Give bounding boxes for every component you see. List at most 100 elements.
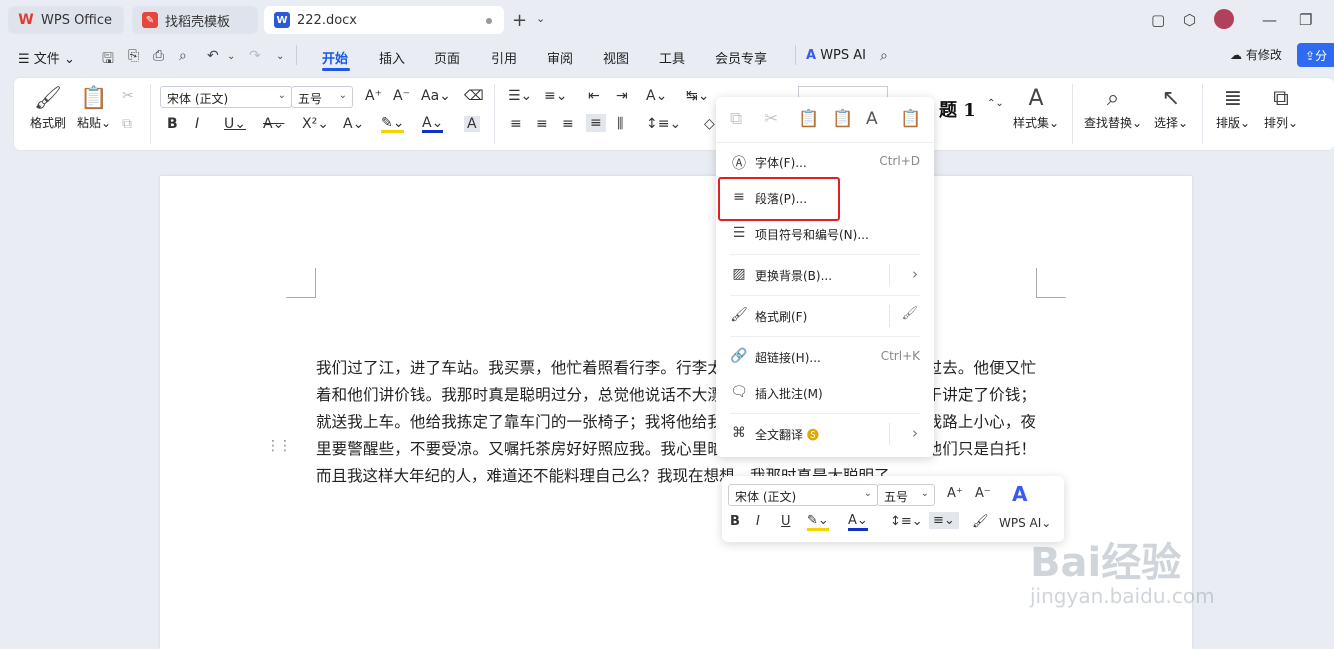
chevron-right-icon[interactable]: › — [912, 265, 918, 283]
mini-font-name-select[interactable]: 宋体 (正文) ⌄ — [728, 484, 878, 506]
format-painter-lock-icon[interactable]: 🖌 — [901, 306, 918, 321]
underline-icon[interactable]: U — [781, 514, 791, 529]
distributed-icon[interactable]: ⫼ — [617, 116, 623, 132]
undo-icon[interactable]: ↶ — [207, 48, 219, 64]
chevron-down-icon[interactable]: ⌄ — [227, 51, 235, 62]
menu-item-background[interactable]: ▨ 更换背景(B)... › — [716, 258, 934, 292]
align-right-icon[interactable]: ≡ — [562, 116, 574, 132]
style-set-button[interactable]: A 样式集⌄ — [1008, 84, 1064, 131]
tab-view[interactable]: 视图 — [603, 48, 629, 67]
increase-indent-icon[interactable]: ⇥ — [616, 88, 628, 104]
wps-ai-button[interactable]: A WPS AI — [806, 48, 866, 63]
menu-item-hyperlink[interactable]: 🔗 超链接(H)... Ctrl+K — [716, 340, 934, 374]
redo-icon[interactable]: ↷ — [249, 48, 261, 64]
share-button[interactable]: ⇪分 — [1297, 43, 1334, 67]
window-mode-icon[interactable]: ▢ — [1151, 11, 1165, 29]
align-center-icon[interactable]: ≡ — [536, 116, 548, 132]
tab-document[interactable]: W 222.docx — [264, 6, 504, 34]
copy-icon[interactable]: ⧉ — [122, 116, 132, 132]
underline-icon[interactable]: U⌄ — [224, 116, 246, 132]
strikethrough-icon[interactable]: A⌄ — [263, 116, 284, 132]
print-preview-icon[interactable]: ⌕ — [179, 48, 187, 64]
select-button[interactable]: ↖ 选择⌄ — [1148, 84, 1194, 131]
decrease-indent-icon[interactable]: ⇤ — [588, 88, 600, 104]
shrink-font-icon[interactable]: A⁻ — [975, 486, 991, 501]
align-left-icon[interactable]: ≡ — [510, 116, 522, 132]
arrange-button[interactable]: ⧉ 排列⌄ — [1258, 84, 1304, 131]
wps-ai-icon[interactable]: A — [1012, 482, 1027, 506]
numbered-list-icon[interactable]: ≡⌄ — [544, 88, 567, 104]
line-spacing-icon[interactable]: ↕≡⌄ — [890, 514, 923, 529]
font-color-icon[interactable]: A⌄ — [422, 116, 444, 133]
sort-icon[interactable]: ↹⌄ — [686, 88, 709, 104]
style-scroll-icon[interactable]: ⌃⌄ — [987, 98, 1004, 109]
shading-icon[interactable]: ◇ — [704, 116, 715, 132]
paste-special-icon[interactable]: 📋 — [900, 109, 921, 129]
maximize-icon[interactable]: ❐ — [1299, 11, 1312, 29]
mini-font-size-select[interactable]: 五号 ⌄ — [877, 484, 935, 506]
menu-item-format-painter[interactable]: 🖌 格式刷(F) 🖌 — [716, 299, 934, 333]
chevron-right-icon[interactable]: › — [912, 424, 918, 442]
cut-icon[interactable]: ✂ — [122, 88, 134, 104]
save-icon[interactable]: 🖫 — [102, 48, 114, 72]
menu-item-font[interactable]: Ⓐ 字体(F)... Ctrl+D — [716, 145, 934, 179]
tab-home[interactable]: 开始 — [322, 48, 348, 67]
superscript-icon[interactable]: X²⌄ — [302, 116, 329, 132]
print-icon[interactable]: ⎙ — [153, 48, 164, 64]
grow-font-icon[interactable]: A⁺ — [947, 486, 963, 501]
drag-handle-icon[interactable]: ⋮⋮ — [266, 438, 292, 454]
export-icon[interactable]: ⎘ — [128, 48, 139, 64]
cube-icon[interactable]: ⬡ — [1183, 11, 1196, 29]
new-tab-icon[interactable]: + — [512, 10, 527, 31]
copy-icon[interactable]: ⧉ — [730, 109, 742, 129]
char-shading-icon[interactable]: A — [464, 116, 480, 132]
find-replace-button[interactable]: ⌕ 查找替换⌄ — [1080, 84, 1146, 131]
text-effect-icon[interactable]: A⌄ — [343, 116, 364, 132]
menu-item-translate[interactable]: ⌘ 全文翻译 🅢 › — [716, 417, 934, 451]
format-painter-button[interactable]: 🖌 格式刷 — [24, 84, 72, 131]
menu-item-bullets-numbering[interactable]: ☰ 项目符号和编号(N)... — [716, 217, 934, 251]
change-case-icon[interactable]: Aa⌄ — [421, 88, 451, 104]
font-size-select[interactable]: 五号 ⌄ — [291, 86, 353, 108]
highlight-icon[interactable]: ✎⌄ — [381, 116, 405, 133]
chevron-down-icon[interactable]: ⌄ — [536, 12, 545, 25]
text-direction-icon[interactable]: A⌄ — [646, 88, 667, 104]
shrink-font-icon[interactable]: A⁻ — [393, 88, 410, 104]
italic-icon[interactable]: I — [756, 514, 760, 529]
tab-member[interactable]: 会员专享 — [715, 48, 767, 67]
bold-icon[interactable]: B — [730, 514, 740, 529]
search-icon[interactable]: ⌕ — [880, 48, 888, 64]
style-heading-preview[interactable]: 题 1 — [939, 96, 976, 122]
tab-review[interactable]: 审阅 — [547, 48, 573, 67]
cut-icon[interactable]: ✂ — [764, 109, 778, 129]
bullet-list-icon[interactable]: ☰⌄ — [508, 88, 532, 104]
modified-button[interactable]: ☁ 有修改 — [1230, 46, 1282, 63]
tab-docer-templates[interactable]: ✎ 找稻壳模板 — [132, 6, 258, 34]
paste-text-only-icon[interactable]: A — [866, 109, 878, 129]
clear-format-icon[interactable]: ⌫ — [464, 88, 484, 104]
tab-wps-office[interactable]: W WPS Office — [8, 6, 124, 34]
chevron-down-icon[interactable]: ⌄ — [276, 51, 284, 62]
paste-keep-format-icon[interactable]: 📋 — [832, 109, 853, 129]
font-color-icon[interactable]: A⌄ — [848, 514, 868, 531]
tab-page[interactable]: 页面 — [434, 48, 460, 67]
paste-button[interactable]: 📋 粘贴⌄ — [70, 84, 118, 131]
minimize-icon[interactable]: — — [1262, 11, 1277, 29]
mini-wps-ai-button[interactable]: WPS AI⌄ — [999, 516, 1051, 530]
avatar[interactable] — [1214, 9, 1234, 29]
paste-icon[interactable]: 📋 — [798, 109, 819, 129]
highlight-icon[interactable]: ✎⌄ — [807, 514, 829, 531]
grow-font-icon[interactable]: A⁺ — [365, 88, 382, 104]
italic-icon[interactable]: I — [195, 116, 199, 132]
bold-icon[interactable]: B — [167, 116, 178, 132]
tab-references[interactable]: 引用 — [491, 48, 517, 67]
file-menu[interactable]: ☰ 文件 ⌄ — [18, 48, 75, 67]
format-painter-icon[interactable]: 🖌 — [972, 514, 989, 529]
tab-insert[interactable]: 插入 — [379, 48, 405, 67]
line-spacing-icon[interactable]: ↕≡⌄ — [646, 116, 681, 132]
menu-item-insert-comment[interactable]: 🗨 插入批注(M) — [716, 376, 934, 410]
justify-icon[interactable]: ≡ — [586, 114, 606, 132]
tab-tools[interactable]: 工具 — [659, 48, 685, 67]
justify-icon[interactable]: ≡⌄ — [929, 512, 959, 529]
font-name-select[interactable]: 宋体 (正文) ⌄ — [160, 86, 292, 108]
